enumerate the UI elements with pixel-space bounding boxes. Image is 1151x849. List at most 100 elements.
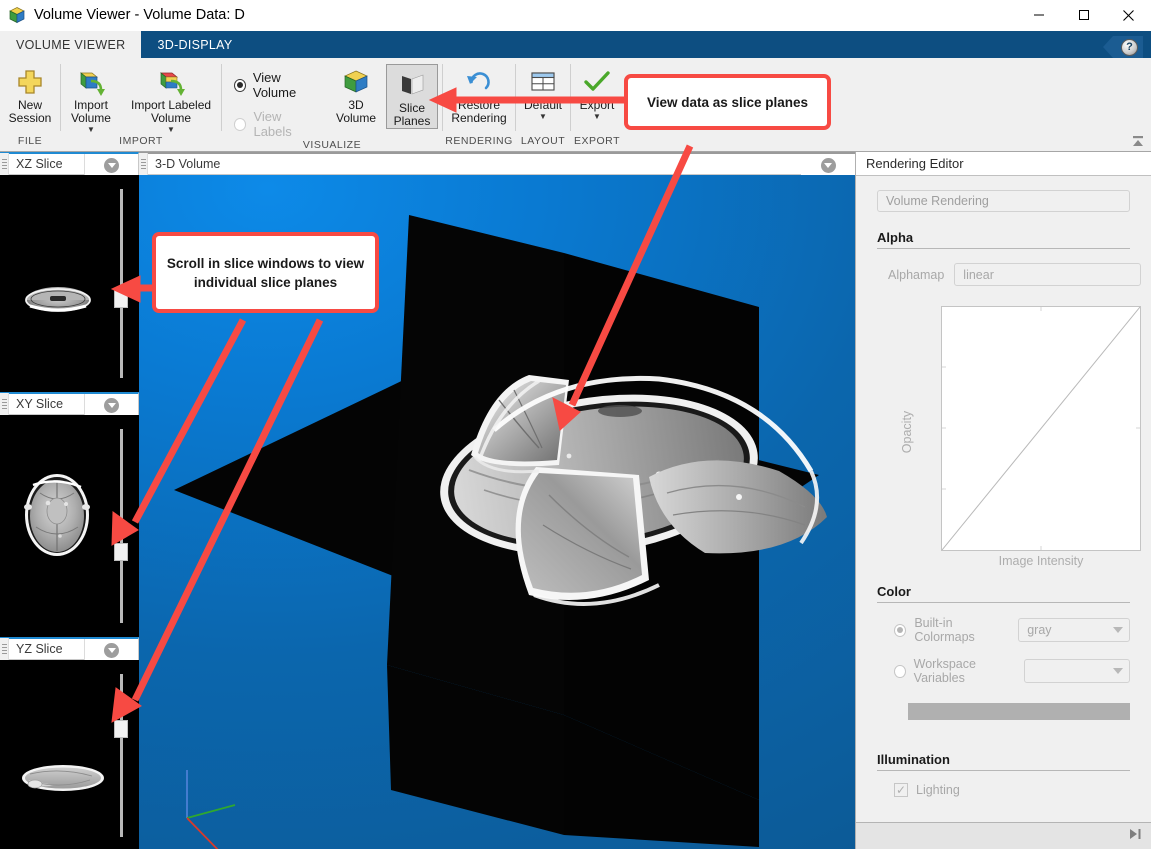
yz-slice-scrollbar-track[interactable] (120, 674, 123, 837)
import-volume-label: Import Volume (70, 98, 111, 125)
new-session-label: New Session (8, 98, 52, 125)
import-volume-icon (75, 65, 107, 99)
yz-slice-panel-header[interactable]: YZ Slice (0, 637, 139, 661)
builtin-colormaps-radio[interactable]: Built-in Colormaps gray (894, 616, 1141, 644)
xz-slice-dropdown-button[interactable] (84, 154, 138, 176)
3d-volume-dropdown-button[interactable] (801, 154, 855, 176)
illumination-section-label: Illumination (877, 752, 1130, 771)
chevron-down-icon[interactable]: ▼ (87, 126, 95, 134)
tab-volume-viewer[interactable]: VOLUME VIEWER (0, 31, 142, 58)
xy-slice-title: XY Slice (16, 397, 64, 411)
xz-slice-scrollbar-track[interactable] (120, 189, 123, 378)
import-labeled-volume-button[interactable]: Import Labeled Volume ▼ (125, 62, 217, 134)
minimize-button[interactable] (1016, 0, 1061, 31)
xz-slice-panel-header[interactable]: XZ Slice (0, 152, 139, 176)
chevron-down-circle-icon (104, 642, 119, 658)
ribbon: New Session FILE Import Volume ▼ Import … (0, 58, 1151, 152)
export-button[interactable]: Export ▼ (571, 62, 623, 121)
cube-icon (8, 6, 26, 24)
alphamap-label: Alphamap (888, 267, 945, 282)
workspace-variables-label: Workspace Variables (913, 657, 976, 685)
colorbar-preview (908, 703, 1130, 720)
xy-slice-scrollbar-track[interactable] (120, 429, 123, 623)
lighting-checkbox-row[interactable]: ✓ Lighting (894, 783, 1141, 797)
expand-panel-icon[interactable] (1128, 827, 1142, 845)
help-button[interactable]: ? (1103, 36, 1143, 58)
restore-rendering-label: Restore Rendering (451, 98, 507, 125)
workspace-variables-radio[interactable]: Workspace Variables (894, 657, 1141, 685)
3d-volume-button[interactable]: 3D Volume (330, 62, 382, 125)
volume-viewer-window: Volume Viewer - Volume Data: D VOLUME VI… (0, 0, 1151, 849)
collapse-ribbon-icon[interactable] (1129, 133, 1147, 149)
yz-slice-canvas[interactable] (0, 660, 139, 849)
volume-rendering-field[interactable]: Volume Rendering (877, 190, 1130, 212)
ribbon-tab-strip: VOLUME VIEWER 3D-DISPLAY ? (0, 31, 1151, 58)
chevron-down-icon (1113, 668, 1123, 674)
xy-slice-canvas[interactable] (0, 415, 139, 635)
xz-slice-scrollbar-thumb[interactable] (114, 290, 128, 308)
drag-grip-icon[interactable] (0, 152, 9, 176)
colored-cube-icon (342, 65, 370, 99)
ribbon-group-rendering: Restore Rendering RENDERING (443, 58, 515, 151)
xy-slice-panel: XY Slice (0, 392, 139, 637)
lighting-checkbox[interactable]: ✓ (894, 783, 908, 797)
alpha-plot-ylabel: Opacity (900, 410, 915, 454)
yz-slice-dropdown-button[interactable] (84, 639, 138, 661)
alpha-plot[interactable]: Opacity Image Intensity (866, 306, 1141, 568)
visualize-radio-group: View Volume View Labels (222, 62, 330, 139)
chevron-down-icon[interactable]: ▼ (539, 113, 547, 121)
tab-3d-display[interactable]: 3D-DISPLAY (141, 31, 248, 58)
ribbon-group-label-layout: LAYOUT (520, 135, 566, 147)
restore-rendering-button[interactable]: Restore Rendering (445, 62, 512, 125)
default-layout-button[interactable]: Default ▼ (517, 62, 569, 121)
radio-dot-icon (897, 627, 904, 633)
3d-volume-panel-header[interactable]: 3-D Volume (139, 152, 855, 176)
slice-planes-icon (397, 68, 427, 102)
import-labeled-volume-label: Import Labeled Volume (130, 98, 212, 125)
ribbon-group-label-visualize: VISUALIZE (302, 139, 362, 151)
builtin-colormap-value: gray (1027, 623, 1052, 637)
workspace-variable-select[interactable] (1024, 659, 1130, 683)
ribbon-group-label-rendering: RENDERING (445, 135, 513, 147)
chevron-down-icon[interactable]: ▼ (167, 126, 175, 134)
chevron-down-icon[interactable]: ▼ (593, 113, 601, 121)
xy-slice-dropdown-button[interactable] (84, 394, 138, 416)
window-controls (1016, 0, 1151, 31)
close-button[interactable] (1106, 0, 1151, 31)
ribbon-group-label-export: EXPORT (574, 135, 620, 147)
alphamap-select[interactable]: linear (954, 263, 1141, 286)
view-volume-label: View Volume (252, 70, 297, 100)
titlebar: Volume Viewer - Volume Data: D (0, 0, 1151, 31)
slice-planes-button[interactable]: Slice Planes (386, 64, 438, 129)
drag-grip-icon[interactable] (0, 637, 9, 661)
alpha-plot-axes[interactable] (941, 306, 1141, 551)
rendering-editor-footer (856, 822, 1151, 849)
callout-slice-planes: View data as slice planes (624, 74, 831, 130)
drag-grip-icon[interactable] (139, 152, 148, 176)
ribbon-group-export: Export ▼ EXPORT (571, 58, 623, 151)
new-session-button[interactable]: New Session (3, 62, 58, 125)
xy-slice-image (24, 474, 90, 556)
alpha-plot-xlabel: Image Intensity (998, 554, 1084, 568)
xy-slice-panel-header[interactable]: XY Slice (0, 392, 139, 416)
chevron-down-icon (1113, 627, 1123, 633)
callout-scroll-slices: Scroll in slice windows to view individu… (152, 232, 379, 313)
xz-slice-canvas[interactable] (0, 175, 139, 390)
export-label: Export (579, 98, 615, 112)
view-labels-label: View Labels (253, 109, 292, 139)
builtin-colormap-select[interactable]: gray (1018, 618, 1130, 642)
rendering-editor-header: Rendering Editor (856, 152, 1151, 176)
xy-slice-scrollbar-thumb[interactable] (114, 543, 128, 561)
radio-dot-icon (236, 82, 243, 88)
view-volume-radio[interactable]: View Volume (234, 70, 320, 100)
green-check-icon (583, 65, 611, 99)
slice-panel-column: XZ Slice XY Slice YZ Slice (0, 152, 139, 849)
maximize-button[interactable] (1061, 0, 1106, 31)
yz-slice-scrollbar-thumb[interactable] (114, 720, 128, 738)
view-labels-radio[interactable]: View Labels (234, 109, 320, 139)
alphamap-row: Alphamap linear (888, 263, 1141, 286)
axes-triad (186, 770, 236, 849)
import-volume-button[interactable]: Import Volume ▼ (65, 62, 117, 134)
rendering-editor-body: Volume Rendering Alpha Alphamap linear O… (856, 190, 1151, 835)
drag-grip-icon[interactable] (0, 392, 9, 416)
